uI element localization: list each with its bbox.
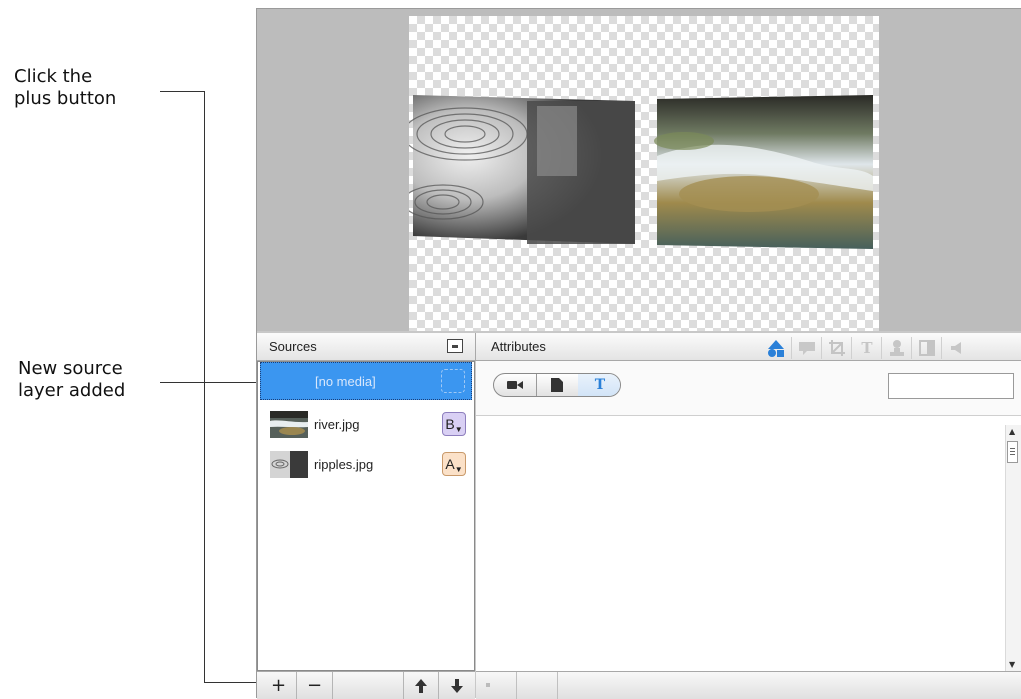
attributes-search-input[interactable]: [888, 373, 1014, 399]
attributes-title: Attributes: [491, 339, 546, 354]
sources-panel-toggle-icon[interactable]: [447, 339, 463, 353]
callout-plus: Click the plus button: [14, 66, 116, 110]
attributes-header: Attributes T: [476, 333, 1021, 361]
comment-icon[interactable]: [791, 337, 822, 359]
source-layer-label: ripples.jpg: [314, 457, 374, 472]
attributes-toolbar: T: [476, 361, 1021, 416]
text-icon[interactable]: T: [851, 337, 882, 359]
preview-area: [257, 9, 1021, 331]
crop-icon[interactable]: [821, 337, 852, 359]
document-icon[interactable]: [536, 374, 579, 396]
shapes-icon[interactable]: [761, 337, 791, 359]
scroll-down-arrow[interactable]: ▼: [1009, 660, 1015, 669]
callout-layer: New source layer added: [18, 358, 125, 402]
attributes-scrollbar[interactable]: ▲ ▼: [1005, 425, 1021, 671]
layer-badge-a[interactable]: A▼: [442, 452, 466, 476]
horizontal-scroll-left[interactable]: [486, 683, 490, 687]
attributes-bottom-bar: [476, 671, 1021, 699]
sources-header: Sources: [257, 333, 475, 361]
video-icon[interactable]: [494, 374, 537, 396]
preview-canvas[interactable]: [402, 16, 879, 331]
layer-badge-b[interactable]: B▼: [442, 412, 466, 436]
source-layer-river[interactable]: river.jpg B▼: [260, 406, 472, 444]
sources-list: [no media] river.jpg B▼ ripples.jpg A▼: [257, 361, 475, 671]
source-layer-no-media[interactable]: [no media]: [260, 362, 472, 400]
callout-layer-line1: New source: [18, 358, 123, 379]
move-up-button[interactable]: [403, 672, 439, 699]
callout-plus-line2: plus button: [14, 88, 117, 109]
sources-title: Sources: [269, 339, 317, 354]
text-mode-segment[interactable]: T: [578, 374, 620, 396]
sources-bottom-toolbar: + −: [257, 671, 475, 699]
scroll-thumb[interactable]: [1007, 441, 1018, 463]
audio-icon[interactable]: [941, 337, 972, 359]
ripples-image: [402, 95, 635, 244]
preview-images: [402, 95, 873, 249]
callout-plus-line1: Click the: [14, 66, 93, 87]
remove-source-button[interactable]: −: [297, 672, 333, 699]
add-source-button[interactable]: +: [261, 672, 297, 699]
horizontal-scroll-thumb[interactable]: [516, 672, 558, 699]
callout-line-h2: [204, 682, 264, 683]
source-layer-ripples[interactable]: ripples.jpg A▼: [260, 446, 472, 484]
callout-line-v: [204, 91, 205, 683]
callout-line-h1: [160, 91, 204, 92]
ripples-thumbnail: [270, 451, 308, 478]
callout-layer-line2: layer added: [18, 380, 126, 401]
river-image: [654, 95, 873, 249]
callout-line-layer: [160, 382, 266, 383]
app-window: Sources Attributes T [no media] river.jp…: [256, 8, 1021, 699]
source-layer-label: river.jpg: [314, 417, 360, 432]
segmented-control: T: [493, 373, 621, 397]
move-down-button[interactable]: [439, 672, 475, 699]
layer-badge-empty[interactable]: [441, 369, 465, 393]
source-layer-label: [no media]: [315, 374, 376, 389]
person-icon[interactable]: [881, 337, 912, 359]
split-icon[interactable]: [911, 337, 942, 359]
river-thumbnail: [270, 411, 308, 438]
attributes-body: T ▲ ▼: [476, 361, 1021, 671]
scroll-up-arrow[interactable]: ▲: [1009, 427, 1015, 436]
